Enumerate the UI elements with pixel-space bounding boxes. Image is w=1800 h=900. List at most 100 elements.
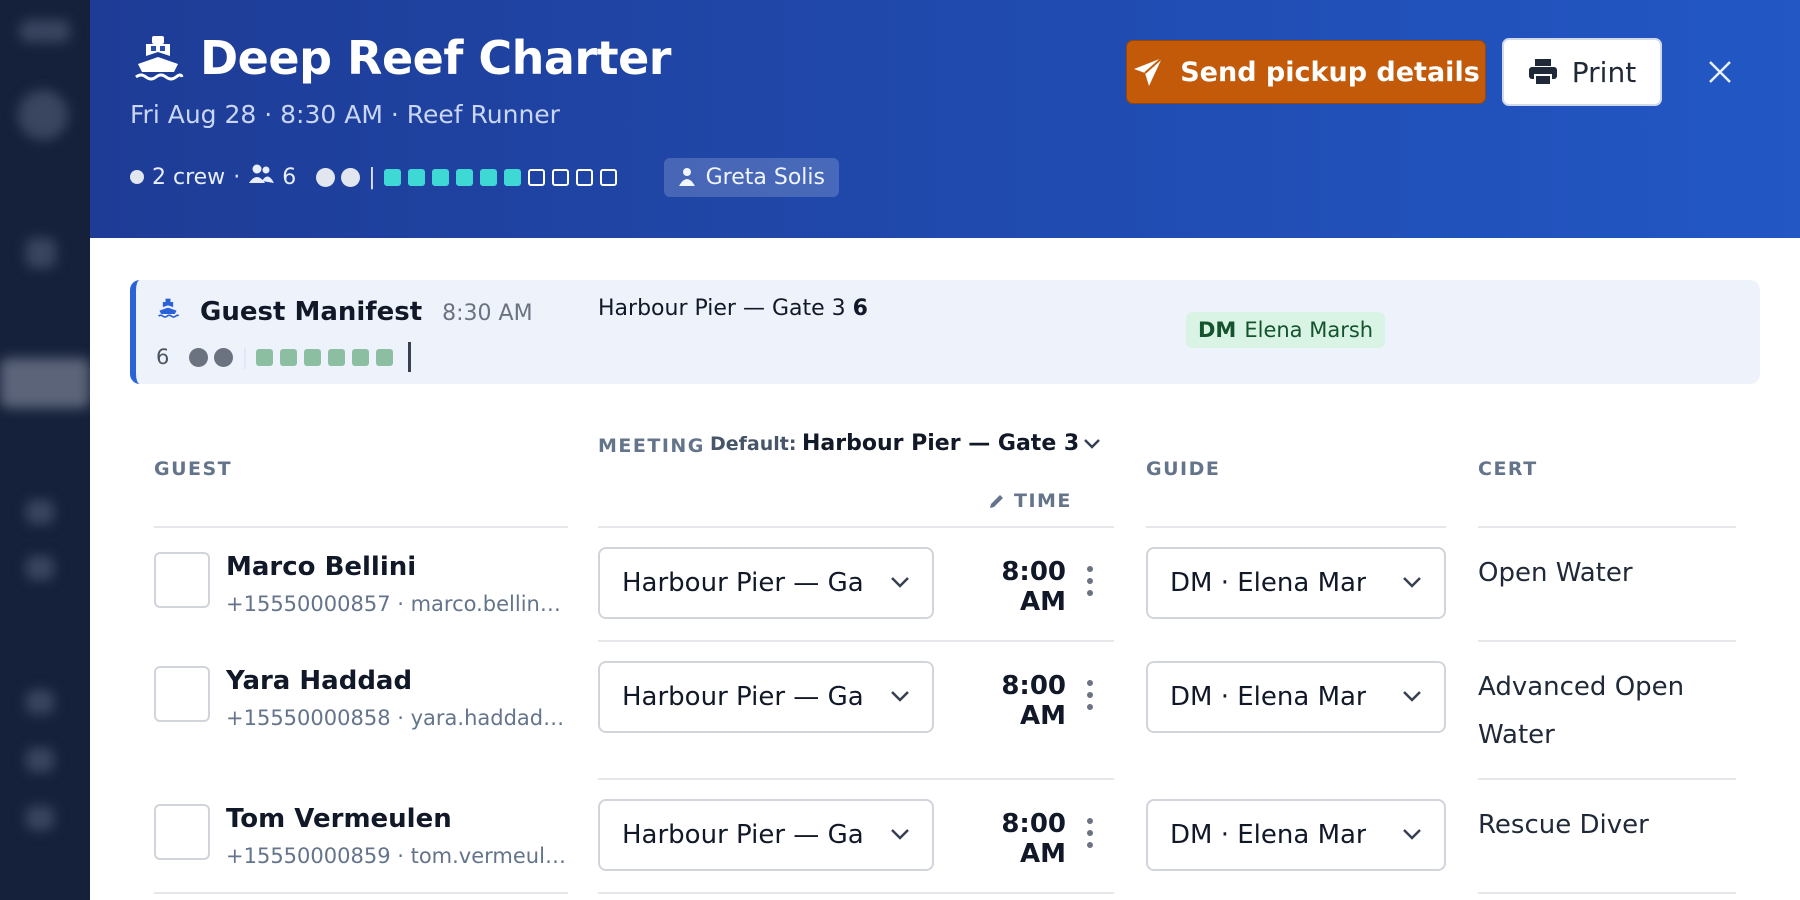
boat-icon — [130, 30, 186, 86]
default-meeting-select[interactable]: Harbour Pier — Gate 3 — [802, 431, 1101, 456]
trip-stats: 2 crew · 6 | Greta Solis — [130, 157, 839, 197]
chevron-down-icon — [891, 577, 909, 588]
manifest-count: 6 — [156, 345, 170, 369]
send-icon — [1134, 57, 1163, 86]
guest-count: 6 — [282, 164, 297, 190]
guest-select-checkbox[interactable] — [154, 666, 210, 722]
divider — [1478, 526, 1736, 528]
charter-modal: Deep Reef Charter Fri Aug 28 · 8:30 AM ·… — [90, 0, 1800, 900]
person-icon — [678, 168, 695, 186]
manifest-summary[interactable]: Guest Manifest 8:30 AM 6 | Harbour Pier … — [130, 280, 1760, 384]
printer-icon — [1528, 59, 1557, 86]
chevron-down-icon — [891, 829, 909, 840]
row-more-menu[interactable] — [1084, 566, 1096, 596]
guide-value: DM · Elena Marsh — [1170, 682, 1366, 712]
manifest-time: 8:30 AM — [442, 301, 533, 326]
guest-name: Yara Haddad — [226, 666, 413, 696]
slot-filled — [304, 348, 322, 366]
chevron-down-icon — [1403, 691, 1421, 702]
guest-select-checkbox[interactable] — [154, 552, 210, 608]
guide-value: DM · Elena Marsh — [1170, 820, 1366, 850]
guest-cert: Rescue Diver — [1478, 810, 1649, 840]
pickup-time[interactable]: 8:00 AM — [960, 809, 1066, 869]
slot-filled — [383, 168, 401, 186]
slot-filled — [376, 348, 394, 366]
slot-filled — [455, 168, 473, 186]
slot-filled — [431, 168, 449, 186]
meeting-point-select[interactable]: Harbour Pier — Gate 3 — [598, 547, 934, 619]
guest-cert: Open Water — [1478, 558, 1633, 588]
chevron-down-icon — [1084, 438, 1101, 449]
crew-dot-icon — [130, 170, 144, 184]
pickup-time[interactable]: 8:00 AM — [960, 557, 1066, 617]
divider — [1478, 892, 1736, 894]
divider — [154, 526, 568, 528]
guide-select[interactable]: DM · Elena Marsh — [1146, 661, 1446, 733]
row-more-menu[interactable] — [1084, 680, 1096, 710]
guide-select[interactable]: DM · Elena Marsh — [1146, 799, 1446, 871]
guest-contact: +15550000858 · yara.haddad@… — [226, 706, 566, 730]
trip-owner-chip[interactable]: Greta Solis — [663, 157, 839, 197]
send-pickup-details-label: Send pickup details — [1180, 56, 1480, 88]
guest-select-checkbox[interactable] — [154, 804, 210, 860]
meeting-point-value: Harbour Pier — Gate 3 — [622, 820, 862, 850]
pickup-time[interactable]: 8:00 AM — [960, 671, 1066, 731]
manifest-guide-chip: DM Elena Marsh — [1186, 312, 1386, 348]
guests-icon — [248, 163, 275, 191]
divider — [1146, 526, 1446, 528]
row-more-menu[interactable] — [1084, 818, 1096, 848]
chevron-down-icon — [891, 691, 909, 702]
divider — [598, 778, 1114, 780]
meeting-point-value: Harbour Pier — Gate 3 — [622, 682, 862, 712]
guide-name: Elena Marsh — [1244, 318, 1374, 342]
slot-filled — [503, 168, 521, 186]
slot-empty — [599, 168, 617, 186]
send-pickup-details-button[interactable]: Send pickup details — [1126, 40, 1486, 104]
manifest-title: Guest Manifest — [200, 297, 423, 327]
slot-empty — [551, 168, 569, 186]
default-meeting-value: Harbour Pier — Gate 3 — [802, 431, 1080, 456]
slot-filled — [328, 348, 346, 366]
manifest-meeting-count: 6 — [852, 296, 868, 321]
manifest-stats: 6 | — [156, 342, 412, 372]
page-title: Deep Reef Charter — [200, 31, 671, 85]
chevron-down-icon — [1403, 577, 1421, 588]
close-button[interactable] — [1700, 52, 1740, 92]
capacity-slots — [383, 168, 624, 186]
status-dot — [341, 167, 361, 187]
divider — [598, 526, 1114, 528]
background-sidebar — [0, 0, 90, 900]
divider — [1478, 640, 1736, 642]
guide-initials: DM — [1198, 318, 1237, 342]
slot-empty — [527, 168, 545, 186]
meeting-point-select[interactable]: Harbour Pier — Gate 3 — [598, 799, 934, 871]
column-header-guide: GUIDE — [1146, 458, 1221, 480]
slot-empty — [575, 168, 593, 186]
column-header-guest: GUEST — [154, 458, 233, 480]
divider — [598, 640, 1114, 642]
guest-cert: Advanced Open Water — [1478, 672, 1685, 750]
manifest-capacity-slots — [256, 348, 400, 366]
manifest-meeting-point: Harbour Pier — Gate 3 — [598, 296, 846, 321]
close-icon — [1709, 61, 1731, 83]
guest-contact: +15550000857 · marco.bellini@… — [226, 592, 566, 616]
divider — [1478, 778, 1736, 780]
time-header-label: TIME — [1014, 490, 1072, 512]
print-button[interactable]: Print — [1502, 38, 1662, 106]
slot-filled — [407, 168, 425, 186]
meeting-point-select[interactable]: Harbour Pier — Gate 3 — [598, 661, 934, 733]
slot-filled — [479, 168, 497, 186]
status-dot — [214, 347, 234, 367]
meeting-point-value: Harbour Pier — Gate 3 — [622, 568, 862, 598]
chevron-down-icon — [1403, 829, 1421, 840]
default-meeting-label: Default: — [710, 433, 797, 455]
manifest-meeting: Harbour Pier — Gate 3 6 — [598, 296, 868, 321]
column-header-cert: CERT — [1478, 458, 1538, 480]
slot-filled — [352, 348, 370, 366]
slot-filled — [256, 348, 274, 366]
column-header-meeting: MEETING — [598, 435, 705, 457]
guide-select[interactable]: DM · Elena Marsh — [1146, 547, 1446, 619]
column-header-time[interactable]: TIME — [988, 490, 1072, 512]
boat-small-icon — [156, 296, 180, 324]
crew-count: 2 crew — [152, 164, 226, 190]
